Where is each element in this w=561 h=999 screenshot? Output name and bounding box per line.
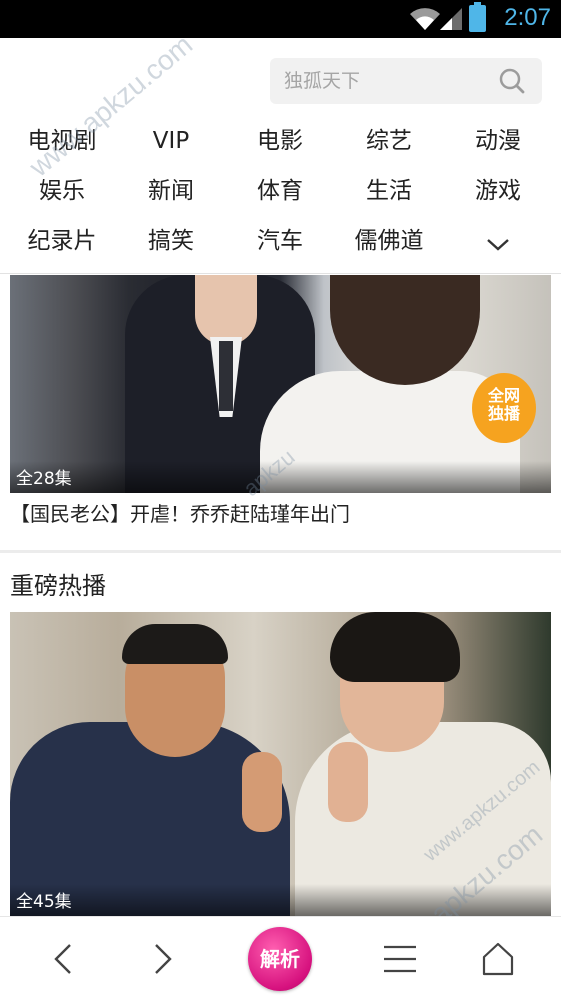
nav-item-funny[interactable]: 搞笑	[117, 224, 225, 258]
thumbnail-figure	[122, 624, 228, 664]
bottom-toolbar: 解析	[0, 916, 561, 999]
forward-icon[interactable]	[144, 941, 180, 977]
badge-line-1: 全网	[487, 386, 520, 405]
search-icon[interactable]	[498, 67, 526, 95]
nav-item-variety[interactable]: 综艺	[335, 124, 443, 158]
badge-line-2: 独播	[487, 404, 520, 423]
exclusive-badge: 全网 独播	[472, 373, 536, 443]
nav-item-movie[interactable]: 电影	[226, 124, 334, 158]
menu-icon[interactable]	[382, 941, 418, 977]
nav-item-games[interactable]: 游戏	[444, 174, 552, 208]
nav-item-anime[interactable]: 动漫	[444, 124, 552, 158]
nav-item-auto[interactable]: 汽车	[226, 224, 334, 258]
nav-item-vip[interactable]: VIP	[117, 124, 225, 158]
header: 电视剧 VIP 电影 综艺 动漫 娱乐 新闻 体育 生活 游戏 纪录片 搞笑 汽…	[0, 38, 561, 274]
back-icon[interactable]	[46, 941, 82, 977]
nav-item-life[interactable]: 生活	[335, 174, 443, 208]
thumbnail-figure	[219, 341, 233, 411]
status-bar: 2:07	[0, 0, 561, 38]
thumbnail-figure	[328, 742, 368, 822]
thumbnail-figure	[330, 612, 460, 682]
nav-item-documentary[interactable]: 纪录片	[8, 224, 116, 258]
wifi-icon	[410, 8, 440, 30]
search-input[interactable]	[284, 64, 484, 98]
thumbnail-figure	[195, 275, 257, 345]
video-title[interactable]: 【国民老公】开虐！乔乔赶陆瑾年出门	[10, 498, 350, 527]
battery-icon	[469, 2, 486, 32]
clock: 2:07	[504, 4, 551, 31]
episode-count: 全45集	[16, 892, 72, 912]
signal-icon	[440, 8, 462, 30]
home-icon[interactable]	[480, 941, 516, 977]
section-divider	[0, 550, 561, 553]
section-title: 重磅热播	[10, 572, 106, 600]
nav-item-news[interactable]: 新闻	[117, 174, 225, 208]
episode-count: 全28集	[16, 469, 72, 489]
chevron-down-icon[interactable]	[484, 230, 512, 258]
nav-item-religion[interactable]: 儒佛道	[335, 224, 443, 258]
parse-button[interactable]: 解析	[248, 927, 312, 991]
nav-item-entertainment[interactable]: 娱乐	[8, 174, 116, 208]
search-box[interactable]	[270, 58, 542, 104]
nav-item-sports[interactable]: 体育	[226, 174, 334, 208]
thumbnail-figure	[242, 752, 282, 832]
